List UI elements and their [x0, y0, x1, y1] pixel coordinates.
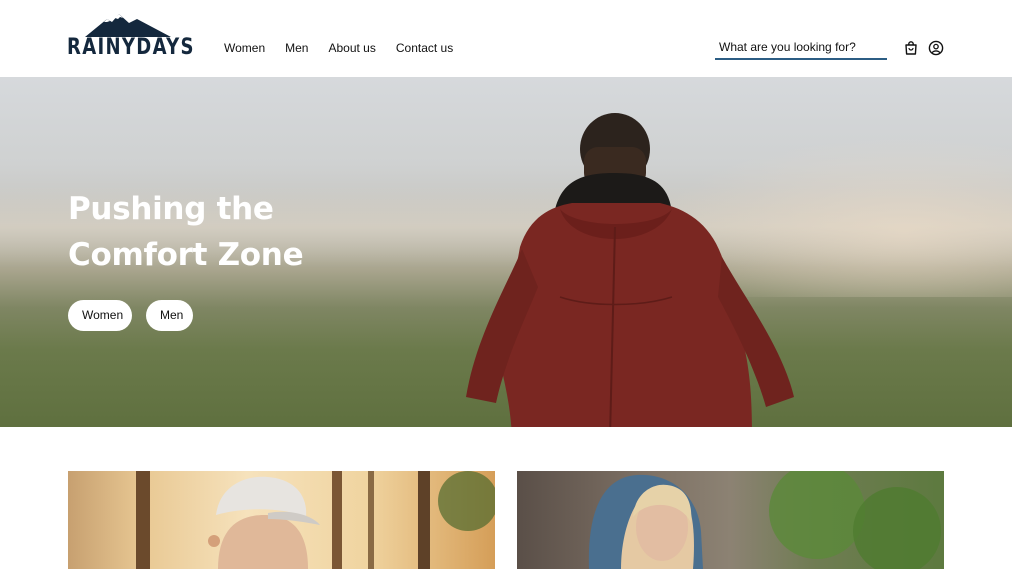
nav-contact-us[interactable]: Contact us — [396, 41, 453, 55]
search-box — [715, 36, 887, 60]
hero-title-line-2: Comfort Zone — [68, 237, 304, 273]
shopping-bag-icon[interactable] — [903, 40, 919, 56]
card-women-backpack-image[interactable] — [517, 471, 944, 569]
nav-men[interactable]: Men — [285, 41, 308, 55]
hiker-red-jacket-image — [466, 113, 794, 427]
mountain-logo-icon — [85, 14, 171, 37]
hero-men-button[interactable]: Men — [146, 300, 193, 331]
hero-title-line-1: Pushing the — [68, 191, 274, 227]
hero-banner: Pushing the Comfort Zone Women Men — [0, 77, 1012, 427]
search-input[interactable] — [719, 39, 883, 55]
hero-title: Pushing the Comfort Zone — [68, 186, 328, 278]
nav-about-us[interactable]: About us — [328, 41, 375, 55]
site-header: RAINYDAYS Women Men About us Contact us — [0, 0, 1012, 77]
user-icon[interactable] — [928, 40, 944, 56]
logo-text: RAINYDAYS — [67, 35, 195, 60]
nav-women[interactable]: Women — [224, 41, 265, 55]
woman-with-backpack-illustration — [588, 471, 941, 569]
man-in-cap-illustration — [136, 471, 495, 569]
rainydays-logo[interactable]: RAINYDAYS — [67, 13, 193, 61]
main-nav: Women Men About us Contact us — [224, 41, 453, 55]
card-men-cap-image[interactable] — [68, 471, 495, 569]
hero-women-button[interactable]: Women — [68, 300, 132, 331]
